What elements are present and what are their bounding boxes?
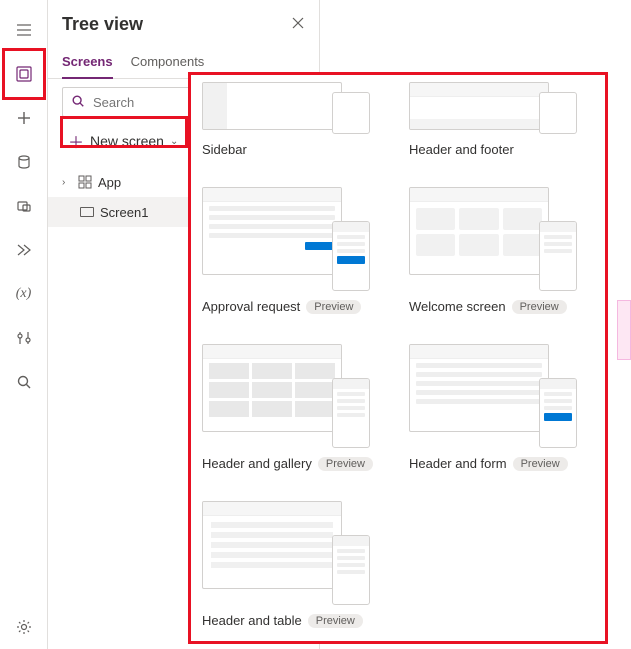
close-icon[interactable] [291,16,305,33]
template-label: Approval request [202,299,300,314]
settings-icon[interactable] [0,605,48,649]
tree-label: App [98,175,121,190]
hamburger-icon[interactable] [0,8,48,52]
data-icon[interactable] [0,140,48,184]
template-header-table[interactable]: Header and table Preview [202,501,389,628]
template-header-form[interactable]: Header and form Preview [409,344,596,471]
template-label: Header and gallery [202,456,312,471]
new-screen-label: New screen [90,133,164,149]
chevron-down-icon: ⌄ [170,136,178,147]
template-label: Header and form [409,456,507,471]
media-icon[interactable] [0,184,48,228]
tree-view-icon[interactable] [0,52,48,96]
tools-icon[interactable] [0,316,48,360]
search-icon [71,94,85,111]
app-icon [78,175,92,189]
preview-badge: Preview [513,457,568,471]
template-welcome-screen[interactable]: Welcome screen Preview [409,187,596,314]
power-automate-icon[interactable] [0,228,48,272]
new-screen-flyout: Sidebar Header and footer Approval reque… [190,74,608,642]
chevron-right-icon[interactable]: › [62,177,72,188]
left-nav-rail: (x) [0,0,48,649]
tab-screens[interactable]: Screens [62,48,113,79]
preview-badge: Preview [306,300,361,314]
tree-label: Screen1 [100,205,148,220]
template-header-footer[interactable]: Header and footer [409,82,596,157]
panel-title: Tree view [62,14,143,35]
template-approval-request[interactable]: Approval request Preview [202,187,389,314]
screen-icon [80,207,94,217]
insert-icon[interactable] [0,96,48,140]
variables-icon[interactable]: (x) [0,272,48,316]
template-label: Welcome screen [409,299,506,314]
template-sidebar[interactable]: Sidebar [202,82,389,157]
template-label: Sidebar [202,142,247,157]
preview-badge: Preview [318,457,373,471]
canvas-peek [617,300,631,360]
new-screen-button[interactable]: ＋ New screen ⌄ [62,125,184,157]
preview-badge: Preview [512,300,567,314]
preview-badge: Preview [308,614,363,628]
plus-icon: ＋ [68,129,84,153]
search-rail-icon[interactable] [0,360,48,404]
template-label: Header and table [202,613,302,628]
template-label: Header and footer [409,142,514,157]
template-header-gallery[interactable]: Header and gallery Preview [202,344,389,471]
